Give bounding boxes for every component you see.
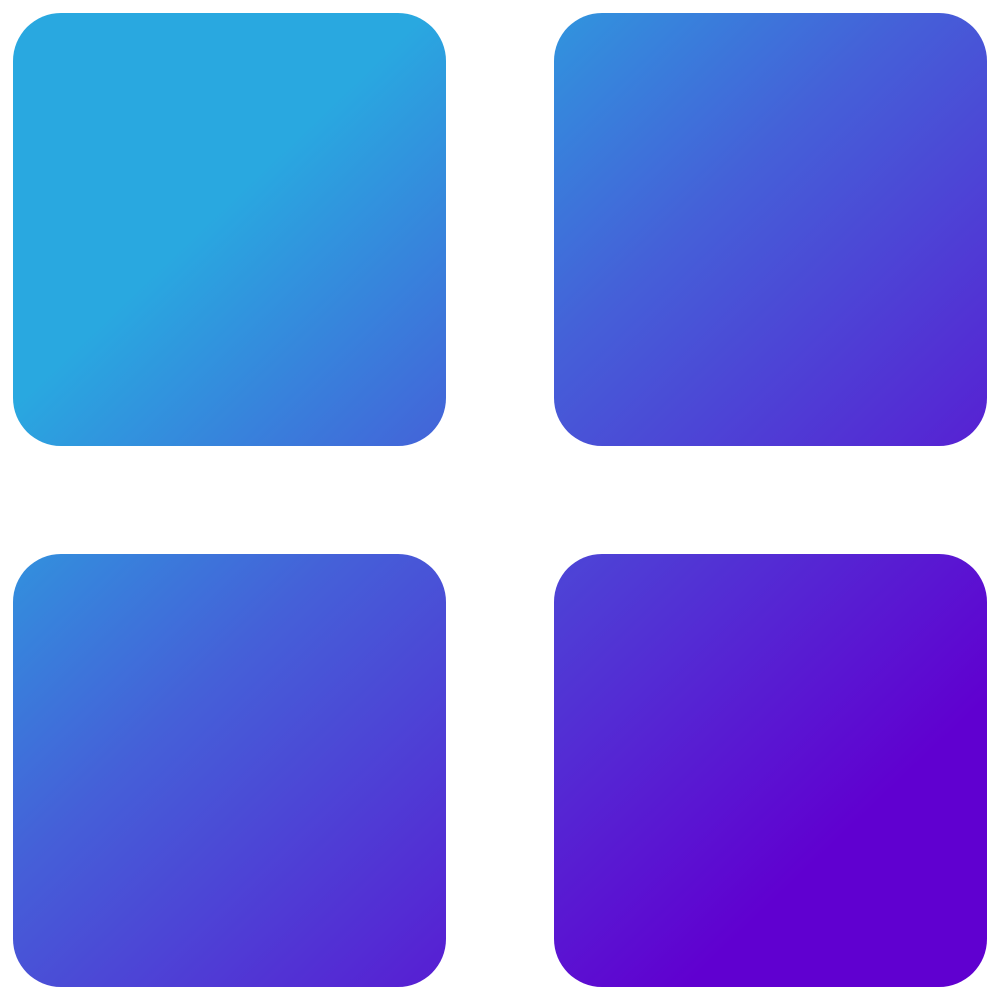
grid-tile-top-left <box>13 13 446 446</box>
apps-grid-graphic <box>13 13 987 987</box>
grid-tile-bottom-left <box>13 554 446 987</box>
grid-tile-top-right <box>554 13 987 446</box>
apps-grid-icon <box>0 0 1000 1000</box>
grid-tile-bottom-right <box>554 554 987 987</box>
